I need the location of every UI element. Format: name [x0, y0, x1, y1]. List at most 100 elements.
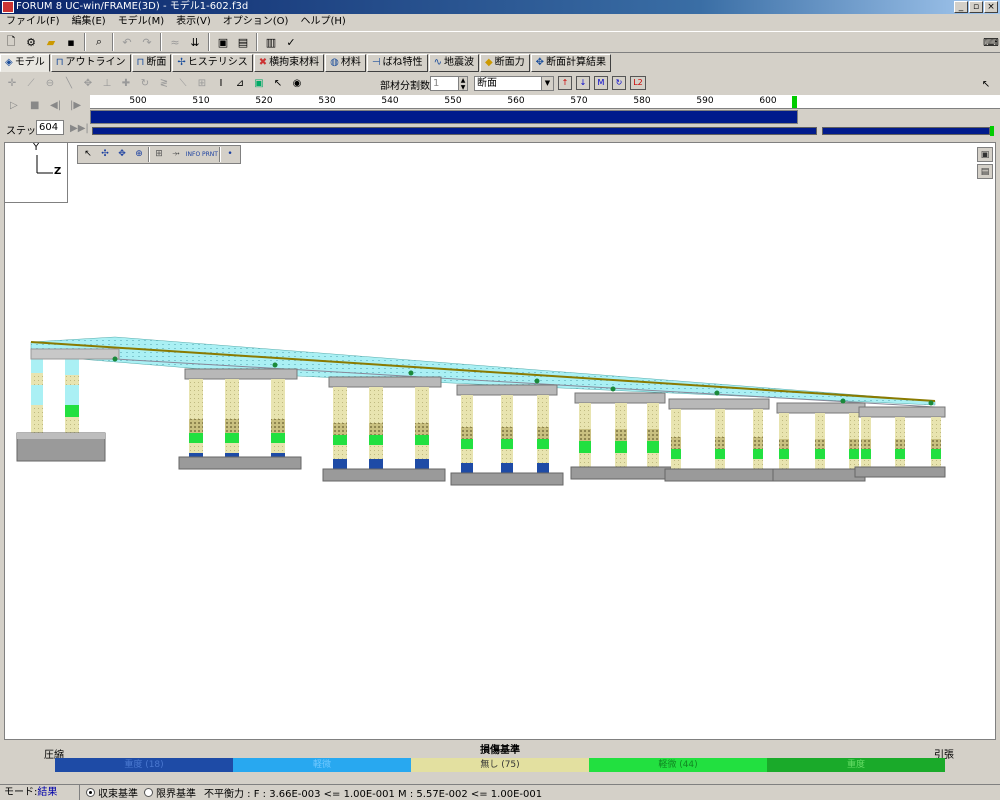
- ruler-tick: 590: [696, 96, 714, 106]
- display-select[interactable]: 断面 ▼: [474, 76, 554, 91]
- menu-option[interactable]: オプション(O): [217, 14, 295, 30]
- add-member-icon[interactable]: ⟋: [23, 76, 39, 92]
- split-count-spinner[interactable]: ▲ ▼: [458, 76, 468, 91]
- view-rotate-icon[interactable]: ↻: [612, 76, 626, 90]
- add-node-icon[interactable]: ✛: [4, 76, 20, 92]
- tab-spring[interactable]: ⊣ ばね特性: [366, 54, 428, 72]
- confine-icon: ✖: [258, 57, 268, 68]
- level-badge[interactable]: L2: [630, 76, 646, 90]
- overview-scrollbar[interactable]: [92, 127, 817, 135]
- tab-label: モデル: [14, 57, 45, 68]
- result-icon: ✥: [535, 57, 545, 68]
- menu-model[interactable]: モデル(M): [112, 14, 170, 30]
- menu-file[interactable]: ファイル(F): [0, 14, 66, 30]
- tab-outline[interactable]: ⊓ アウトライン: [50, 54, 131, 72]
- limit-radio[interactable]: [144, 788, 153, 797]
- spring-icon: ⊣: [371, 57, 381, 68]
- ruler-tick: 500: [129, 96, 147, 106]
- material-icon: ◍: [330, 57, 339, 68]
- current-step-marker[interactable]: [792, 96, 797, 108]
- step-timeline[interactable]: [90, 110, 798, 124]
- axis-icon[interactable]: ✚: [118, 76, 134, 92]
- rotate-icon[interactable]: ↻: [137, 76, 153, 92]
- step-ruler: 500 510 520 530 540 550 560 570 580 590 …: [90, 95, 1000, 109]
- tab-model[interactable]: ◈ モデル: [0, 54, 50, 72]
- toolbar-separator: [160, 33, 162, 51]
- new-file-icon[interactable]: 🗋: [2, 33, 20, 51]
- view-down-icon[interactable]: ↓: [576, 76, 590, 90]
- tab-force[interactable]: ◆ 断面力: [479, 54, 530, 72]
- view-moment-icon[interactable]: M: [594, 76, 608, 90]
- tab-wave[interactable]: ∿ 地震波: [428, 54, 479, 72]
- move-icon[interactable]: ✥: [80, 76, 96, 92]
- cursor-icon[interactable]: ↖: [978, 77, 994, 93]
- redo-icon[interactable]: ↷: [138, 33, 156, 51]
- force-icon: ◆: [484, 57, 493, 68]
- legend-segment-none: 無し (75): [411, 758, 589, 772]
- analysis-icon[interactable]: ≈: [166, 33, 184, 51]
- i-beam-icon[interactable]: Ⅰ: [213, 76, 229, 92]
- tab-label: 断面: [146, 57, 167, 68]
- overview-step-marker[interactable]: [990, 126, 994, 136]
- step-input[interactable]: 604: [36, 120, 64, 135]
- line-icon[interactable]: ╲: [61, 76, 77, 92]
- delete-icon[interactable]: ⊖: [42, 76, 58, 92]
- mode-value: 結果: [37, 787, 58, 798]
- step-back-icon[interactable]: ◀|: [50, 100, 61, 111]
- stop-icon[interactable]: ■: [30, 100, 39, 111]
- run-icon[interactable]: ⇊: [186, 33, 204, 51]
- chevron-down-icon: ▼: [541, 77, 553, 90]
- export-icon[interactable]: ▣: [214, 33, 232, 51]
- convergence-radio[interactable]: [86, 788, 95, 797]
- menu-edit[interactable]: 編集(E): [66, 14, 112, 30]
- tab-hysteresis[interactable]: ✢ ヒステリシス: [172, 54, 253, 72]
- toolbar-separator: [256, 33, 258, 51]
- ruler-tick: 550: [444, 96, 462, 106]
- new-wizard-icon[interactable]: ⚙: [22, 33, 40, 51]
- ruler-tick: 530: [318, 96, 336, 106]
- window-controls: _ ▫ ×: [954, 1, 998, 13]
- menu-help[interactable]: ヘルプ(H): [294, 14, 351, 30]
- tab-confine[interactable]: ✖ 横拘束材料: [253, 54, 325, 72]
- split-count-label: 部材分割数: [380, 81, 430, 92]
- mode-indicator: モード:結果: [0, 785, 80, 800]
- menu-view[interactable]: 表示(V): [170, 14, 217, 30]
- check-icon[interactable]: ✓: [282, 33, 300, 51]
- play-icon[interactable]: ▷: [10, 100, 18, 111]
- open-file-icon[interactable]: ▰: [42, 33, 60, 51]
- close-button[interactable]: ×: [984, 1, 998, 13]
- tab-strip: ◈ モデル ⊓ アウトライン ⊓ 断面 ✢ ヒステリシス ✖ 横拘束材料 ◍ 材料 ⊣ ばね特…: [0, 54, 612, 72]
- grid-icon[interactable]: ⊞: [194, 76, 210, 92]
- ruler-tick: 520: [255, 96, 273, 106]
- spring-tool-icon[interactable]: ≷: [156, 76, 172, 92]
- section-view-icon[interactable]: ⊿: [232, 76, 248, 92]
- minimize-button[interactable]: _: [954, 1, 968, 13]
- title-bar: FORUM 8 UC-win/FRAME(3D) - モデル1-602.f3d …: [0, 0, 1000, 14]
- render-icon[interactable]: ◉: [289, 76, 305, 92]
- undo-icon[interactable]: ↶: [118, 33, 136, 51]
- tab-result[interactable]: ✥ 断面計算結果: [530, 54, 612, 72]
- tab-label: 断面計算結果: [546, 57, 607, 68]
- tab-section[interactable]: ⊓ 断面: [131, 54, 172, 72]
- save-icon[interactable]: ▪: [62, 33, 80, 51]
- step-forward-icon[interactable]: |▶: [70, 100, 81, 111]
- pointer-tool-icon[interactable]: ↖: [270, 76, 286, 92]
- ruler-tick: 570: [570, 96, 588, 106]
- view-mode-icons: ↑ ↓ M ↻ L2: [558, 76, 646, 90]
- view-up-icon[interactable]: ↑: [558, 76, 572, 90]
- ruler-tick: 600: [759, 96, 777, 106]
- overview-scrollbar-right[interactable]: [822, 127, 990, 135]
- support-icon[interactable]: ⊥: [99, 76, 115, 92]
- legend-title: 損傷基準: [480, 745, 520, 756]
- report-icon[interactable]: ▤: [234, 33, 252, 51]
- split-count-input[interactable]: 1: [430, 76, 460, 91]
- slash-icon[interactable]: ⟍: [175, 76, 191, 92]
- print-preview-icon[interactable]: ⌕: [90, 33, 108, 51]
- frame-view-icon[interactable]: ▣: [251, 76, 267, 92]
- document-icon[interactable]: ▥: [262, 33, 280, 51]
- keyboard-icon[interactable]: ⌨: [982, 33, 1000, 51]
- model-viewport[interactable]: Y Z ↖ ✣ ✥ ⊕ ⊞ ⤞ INFO PRNT • ▣ ▤: [4, 142, 996, 740]
- maximize-button[interactable]: ▫: [969, 1, 983, 13]
- last-step-icon[interactable]: ▶▶|: [70, 123, 89, 134]
- tab-material[interactable]: ◍ 材料: [325, 54, 366, 72]
